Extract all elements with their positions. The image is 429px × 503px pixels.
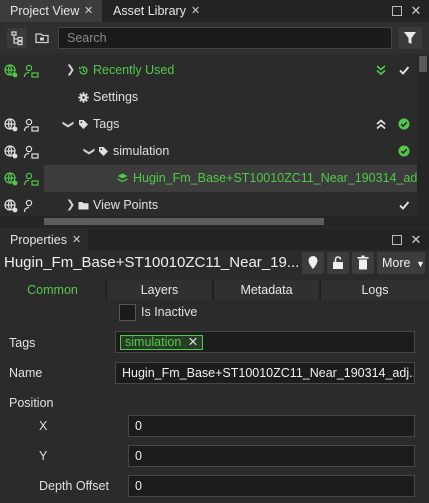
tree-horizontal-scrollbar[interactable] [0, 216, 417, 228]
expand-caret-icon[interactable]: ❯ [66, 57, 75, 84]
folder-icon [78, 202, 89, 210]
y-label: Y [39, 449, 48, 463]
depth-offset-field[interactable]: 0 [128, 475, 415, 497]
check-icon[interactable] [397, 63, 411, 77]
filter-button[interactable] [398, 27, 422, 49]
tag-icon [79, 120, 88, 129]
maximize-icon[interactable] [392, 6, 402, 16]
unlock-icon [333, 256, 343, 269]
gear-icon [78, 92, 89, 103]
history-icon [79, 66, 88, 75]
user-lock-icon[interactable] [23, 117, 39, 133]
double-chevron-down-icon[interactable] [374, 63, 388, 77]
close-icon[interactable]: ✕ [72, 229, 81, 251]
is-inactive-label: Is Inactive [141, 305, 198, 319]
tab-label: Project View [10, 4, 80, 18]
tag-icon [99, 147, 108, 156]
tags-field[interactable]: simulation ✕ [115, 331, 415, 353]
row-gutter [0, 165, 44, 192]
tag-chip[interactable]: simulation ✕ [120, 335, 204, 350]
expand-caret-icon[interactable]: ❯ [66, 192, 75, 216]
name-label: Name [9, 366, 43, 380]
visibility-globe-icon[interactable] [3, 144, 19, 160]
map-pin-icon [308, 256, 318, 269]
name-field[interactable]: Hugin_Fm_Base+ST10010ZC11_Near_190314_ad… [115, 362, 415, 384]
position-label: Position [9, 396, 54, 410]
tree-row-label: Hugin_Fm_Base+ST10010ZC11_Near_190314_ad… [133, 171, 417, 185]
row-gutter [0, 111, 44, 138]
tree-row-label: Tags [93, 117, 120, 131]
triangle-down-icon: ▼ [415, 259, 425, 269]
trash-icon [357, 255, 369, 270]
unlock-button[interactable] [327, 252, 349, 274]
x-label: X [39, 419, 48, 433]
visibility-globe-icon[interactable] [3, 198, 19, 214]
project-toolbar: Search [0, 22, 429, 54]
green-check-icon[interactable] [397, 117, 411, 131]
tab-properties[interactable]: Properties ✕ [0, 229, 88, 251]
tree-row-recently-used[interactable]: ❯ Recently Used [0, 57, 417, 84]
search-input[interactable]: Search [58, 27, 392, 49]
more-label: More [382, 256, 411, 270]
scroll-thumb[interactable] [44, 218, 324, 225]
tab-logs[interactable]: Logs [320, 280, 429, 300]
tree-row-label: Recently Used [93, 63, 175, 77]
tree-row-label: View Points [93, 198, 159, 212]
tab-metadata[interactable]: Metadata [213, 280, 319, 300]
tree-row-tags[interactable]: ❯ Tags [0, 111, 417, 138]
depth-offset-label: Depth Offset [39, 479, 109, 493]
row-gutter [0, 57, 44, 84]
tree-row-label: Settings [93, 90, 139, 104]
visibility-globe-icon[interactable] [3, 117, 19, 133]
tree-vertical-scrollbar[interactable] [417, 56, 429, 228]
x-field[interactable]: 0 [128, 415, 415, 437]
more-button[interactable]: More ▼ [377, 252, 425, 274]
scroll-thumb[interactable] [419, 56, 427, 72]
check-icon[interactable] [397, 198, 411, 212]
tree-row-view-points[interactable]: ❯ View Points [0, 192, 417, 216]
properties-subtabs: Common Layers Metadata Logs [0, 280, 429, 300]
user-lock-icon[interactable] [23, 63, 39, 79]
visibility-globe-icon[interactable] [3, 171, 19, 187]
visibility-globe-icon[interactable] [3, 63, 19, 79]
tree-row-settings[interactable]: Settings [0, 84, 417, 111]
hierarchy-icon[interactable] [7, 28, 27, 48]
object-title-bar: Hugin_Fm_Base+ST10010ZC11_Near_19... Mor… [0, 250, 429, 278]
folder-view-icon[interactable] [32, 28, 52, 48]
green-check-icon[interactable] [397, 144, 411, 158]
tab-label: Asset Library [113, 4, 186, 18]
project-tabbar: Project View ✕ Asset Library ✕ ✕ [0, 0, 429, 22]
remove-tag-icon[interactable]: ✕ [188, 335, 198, 349]
user-lock-icon[interactable] [23, 171, 39, 187]
tree-row-simulation[interactable]: ❯ simulation [0, 138, 417, 165]
row-gutter [0, 138, 44, 165]
close-panel-icon[interactable]: ✕ [410, 4, 422, 17]
object-name-title: Hugin_Fm_Base+ST10010ZC11_Near_19... [4, 254, 300, 271]
tree-row-hugin-model[interactable]: Hugin_Fm_Base+ST10010ZC11_Near_190314_ad… [0, 165, 417, 192]
properties-tabbar: Properties ✕ ✕ [0, 229, 429, 251]
tree-row-label: simulation [113, 144, 170, 158]
tab-common[interactable]: Common [0, 280, 105, 300]
user-icon[interactable] [23, 198, 39, 214]
tab-label: Properties [10, 233, 67, 247]
close-icon[interactable]: ✕ [191, 0, 200, 22]
close-icon[interactable]: ✕ [84, 0, 93, 22]
maximize-icon[interactable] [392, 235, 402, 245]
user-lock-icon[interactable] [23, 144, 39, 160]
locate-button[interactable] [302, 252, 324, 274]
tab-asset-library[interactable]: Asset Library ✕ [103, 0, 207, 22]
close-panel-icon[interactable]: ✕ [410, 233, 422, 246]
tab-project-view[interactable]: Project View ✕ [0, 0, 102, 22]
double-chevron-up-icon[interactable] [374, 117, 388, 131]
tag-chip-label: simulation [125, 335, 182, 349]
tags-label: Tags [9, 336, 36, 350]
row-gutter [0, 192, 44, 216]
tab-layers[interactable]: Layers [106, 280, 212, 300]
filter-icon [404, 32, 416, 44]
layers-icon [117, 173, 128, 183]
is-inactive-checkbox[interactable] [119, 304, 136, 321]
project-tree: ❯ Recently Used Settings ❯ Tags ❯ simula… [0, 56, 417, 216]
y-field[interactable]: 0 [128, 445, 415, 467]
delete-button[interactable] [352, 252, 374, 274]
